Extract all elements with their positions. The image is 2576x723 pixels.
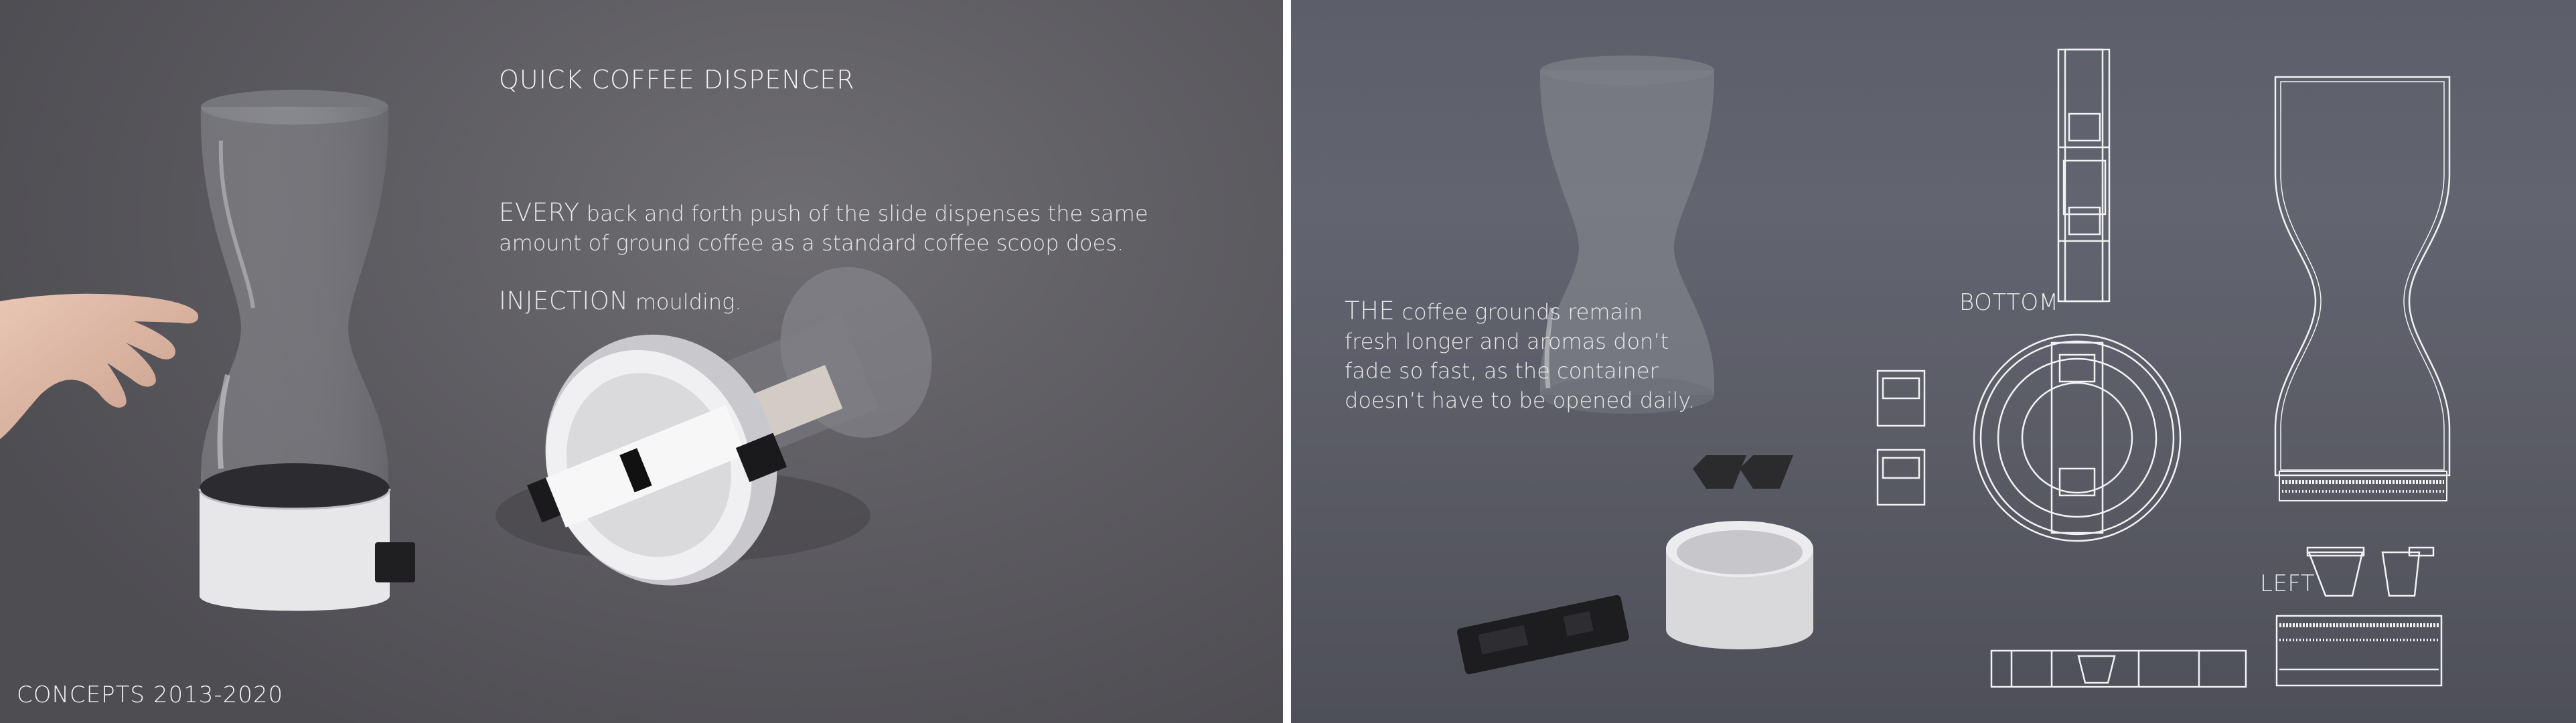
slide-bottom-drawing [1990, 649, 2247, 688]
benefit-line-1: coffee grounds remain [1395, 299, 1643, 325]
hourglass-outline-drawing [2274, 76, 2451, 501]
panel-divider [1283, 0, 1291, 723]
technical-drawings [1876, 48, 2451, 688]
benefit-line-2: fresh longer and aromas don’t [1345, 329, 1669, 354]
benefit-lead-word: THE [1345, 297, 1395, 325]
right-panel: THE coffee grounds remain fresh longer a… [1291, 0, 2576, 723]
benefit-line-4: doesn’t have to be opened daily. [1345, 388, 1695, 413]
benefit-line-3: fade so fast, as the container [1345, 358, 1659, 384]
manufacturing-note: INJECTION moulding. [499, 287, 1035, 317]
slide-top-drawing [2057, 48, 2111, 303]
standing-dispenser-image [198, 90, 415, 611]
footer-label: CONCEPTS 2013-2020 [17, 681, 284, 708]
manufacturing-rest: moulding. [628, 289, 742, 315]
bottom-circle-drawing [1973, 333, 2182, 542]
benefit-paragraph: THE coffee grounds remain fresh longer a… [1345, 297, 1773, 415]
paragraph-line-2: amount of ground coffee as a standard co… [499, 230, 1124, 256]
cap-side-drawing [2275, 615, 2443, 687]
lying-dispenser-image [496, 267, 932, 586]
description-paragraph: EVERY back and forth push of the slide d… [499, 198, 1168, 258]
page-title: QUICK COFFEE DISPENCER [499, 65, 855, 94]
left-panel: QUICK COFFEE DISPENCER EVERY back and fo… [0, 0, 1283, 723]
paragraph-lead-word: EVERY [499, 198, 580, 227]
small-part-drawings [2306, 546, 2435, 597]
paragraph-line-1: back and forth push of the slide dispens… [579, 201, 1148, 226]
manufacturing-lead-word: INJECTION [499, 287, 629, 315]
